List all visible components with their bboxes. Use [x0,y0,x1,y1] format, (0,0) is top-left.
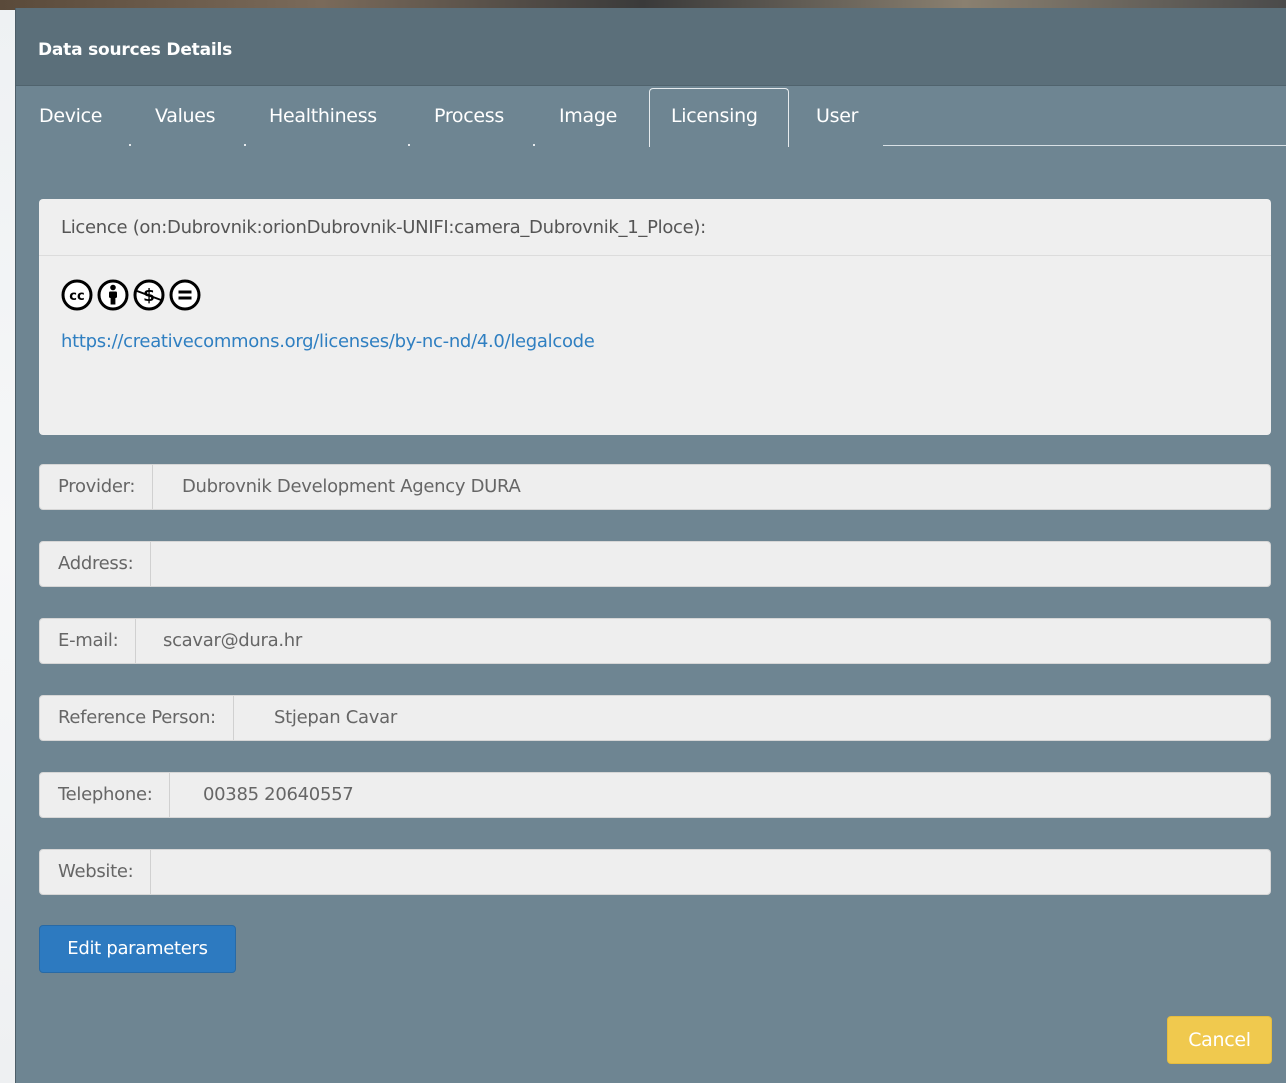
licence-panel-header: Licence (on:Dubrovnik:orionDubrovnik-UNI… [39,199,1271,256]
email-label: E-mail: [40,619,137,663]
reference-person-label: Reference Person: [40,696,234,740]
email-field: E-mail: scavar@dura.hr [39,618,1271,664]
email-value: scavar@dura.hr [163,630,302,651]
tab-values[interactable]: Values [155,105,216,127]
tab-device[interactable]: Device [39,105,102,127]
provider-value: Dubrovnik Development Agency DURA [182,476,521,497]
licence-panel: Licence (on:Dubrovnik:orionDubrovnik-UNI… [39,199,1271,435]
tab-image[interactable]: Image [559,105,617,127]
telephone-label: Telephone: [40,773,171,817]
tab-licensing-label: Licensing [671,105,758,127]
licence-link[interactable]: https://creativecommons.org/licenses/by-… [61,331,595,352]
reference-person-value: Stjepan Cavar [274,707,397,728]
nd-noderivatives-icon [169,279,201,311]
tab-separator [408,144,410,146]
tab-licensing[interactable]: Licensing [649,88,789,147]
modal-title: Data sources Details [38,40,233,60]
tab-bar: Device Values Healthiness Process Image … [16,88,1286,148]
data-sources-details-modal: Data sources Details Device Values Healt… [15,8,1286,1083]
address-label: Address: [40,542,152,586]
reference-person-field: Reference Person: Stjepan Cavar [39,695,1271,741]
tab-separator [533,144,535,146]
tab-underline [883,145,1286,146]
website-field: Website: [39,849,1271,895]
edit-parameters-button[interactable]: Edit parameters [39,925,236,973]
telephone-value: 00385 20640557 [203,784,354,805]
cancel-button[interactable]: Cancel [1167,1016,1272,1064]
tab-process[interactable]: Process [434,105,504,127]
tab-separator [244,144,246,146]
provider-label: Provider: [40,465,154,509]
tab-healthiness[interactable]: Healthiness [269,105,377,127]
by-attribution-icon [97,279,129,311]
cc-icon: cc [61,279,93,311]
nc-noncommercial-icon: $ [133,279,165,311]
modal-header: Data sources Details [16,8,1286,86]
telephone-field: Telephone: 00385 20640557 [39,772,1271,818]
tab-separator [129,144,131,146]
tab-user[interactable]: User [816,105,858,127]
provider-field: Provider: Dubrovnik Development Agency D… [39,464,1271,510]
address-field: Address: [39,541,1271,587]
website-label: Website: [40,850,152,894]
svg-text:cc: cc [69,289,84,304]
licence-title: Licence (on:Dubrovnik:orionDubrovnik-UNI… [61,217,706,238]
